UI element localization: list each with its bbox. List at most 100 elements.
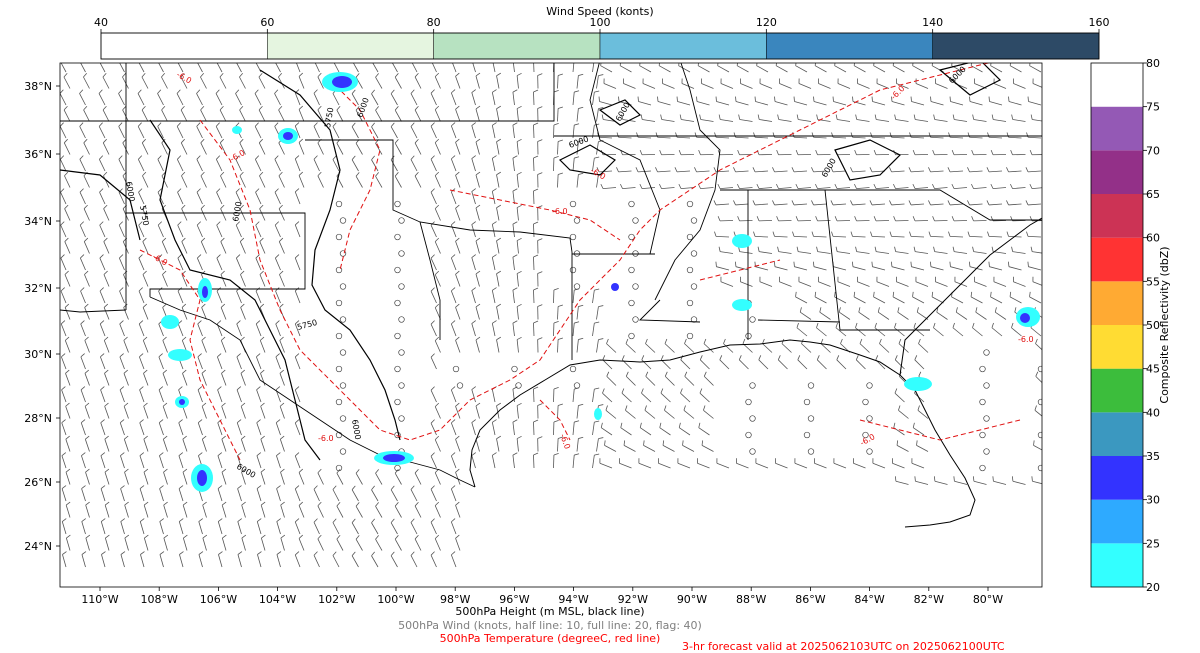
wind-barb-feather — [735, 262, 736, 267]
reflectivity-tick-label: 20 — [1146, 581, 1160, 594]
reflectivity-colorbar-cell — [1091, 238, 1143, 282]
wind-tick-label: 140 — [922, 16, 943, 29]
wind-barb-feather — [934, 476, 935, 481]
latitude-axis: 38°N 36°N 34°N 32°N 30°N 28°N 26°N 24°N — [24, 80, 60, 553]
temperature-contour-label: -6.0 — [318, 434, 334, 443]
wind-barb-feather — [1012, 476, 1013, 481]
wind-barb — [533, 59, 534, 72]
wind-colorbar-cell — [600, 33, 766, 59]
wind-barb-feather — [911, 262, 912, 267]
latitude-tick-label: 32°N — [24, 282, 52, 295]
wind-tick-label: 160 — [1089, 16, 1110, 29]
caption-height: 500hPa Height (m MSL, black line) — [0, 605, 1100, 618]
reflectivity-colorbar-cell — [1091, 194, 1143, 238]
wind-barb — [533, 257, 534, 270]
wind-barb — [533, 125, 534, 138]
reflectivity-colorbar-title: Composite Reflectivity (dbZ) — [1158, 246, 1171, 403]
wind-tick-label: 120 — [756, 16, 777, 29]
reflectivity-tick-label: 25 — [1146, 537, 1160, 550]
wind-barb-feather — [1032, 476, 1033, 481]
reflectivity-colorbar-cell — [1091, 543, 1143, 587]
reflectivity-cell — [611, 283, 619, 291]
wind-barb-feather — [716, 262, 717, 267]
wind-barb-feather — [794, 262, 795, 267]
latitude-tick-label: 38°N — [24, 80, 52, 93]
map-background — [60, 63, 1042, 587]
reflectivity-cell — [732, 299, 752, 311]
reflectivity-colorbar-cell — [1091, 325, 1143, 369]
reflectivity-colorbar-cells — [1091, 63, 1143, 587]
wind-barb-feather — [79, 57, 82, 61]
wind-barb-feather — [872, 262, 873, 267]
reflectivity-cell — [179, 399, 185, 405]
map-panel: 6000 5750 6000 6000 6000 6000 5750 6000 … — [24, 57, 1045, 606]
reflectivity-colorbar-cell — [1091, 63, 1143, 107]
wind-colorbar-cell — [267, 33, 433, 59]
wind-barb-feather — [1008, 262, 1009, 267]
wind-barb-feather — [891, 262, 892, 267]
wind-barb — [533, 224, 534, 237]
reflectivity-cell — [161, 315, 179, 329]
reflectivity-cell — [168, 349, 192, 361]
wind-speed-colorbar: Wind Speed (konts) 406080100120140160 — [94, 5, 1110, 59]
reflectivity-tick-label: 65 — [1146, 188, 1160, 201]
reflectivity-cell — [283, 132, 293, 140]
reflectivity-tick-label: 70 — [1146, 144, 1160, 157]
latitude-tick-label: 30°N — [24, 348, 52, 361]
wind-colorbar-ticks: 406080100120140160 — [94, 16, 1110, 33]
wind-barb-feather — [950, 262, 951, 267]
reflectivity-tick-label: 60 — [1146, 232, 1160, 245]
reflectivity-colorbar-cell — [1091, 456, 1143, 500]
wind-tick-label: 60 — [260, 16, 274, 29]
wind-barb — [533, 92, 534, 105]
wind-barb-feather — [954, 476, 955, 481]
reflectivity-colorbar-cell — [1091, 150, 1143, 194]
wind-barb-feather — [973, 476, 974, 481]
wind-barb-feather — [989, 262, 990, 267]
reflectivity-cell — [732, 234, 752, 248]
reflectivity-cell — [383, 454, 405, 462]
reflectivity-tick-label: 75 — [1146, 101, 1160, 114]
wind-colorbar-cell — [101, 33, 267, 59]
figure: Wind Speed (konts) 406080100120140160 — [0, 0, 1200, 650]
reflectivity-colorbar-cell — [1091, 369, 1143, 413]
forecast-valid-time: 3-hr forecast valid at 2025062103UTC on … — [682, 640, 1005, 653]
reflectivity-colorbar-cell — [1091, 412, 1143, 456]
wind-colorbar-cell — [766, 33, 932, 59]
latitude-tick-label: 24°N — [24, 540, 52, 553]
latitude-tick-label: 34°N — [24, 215, 52, 228]
longitude-axis: 110°W108°W106°W104°W102°W100°W98°W96°W94… — [81, 587, 1003, 606]
latitude-tick-label: 36°N — [24, 148, 52, 161]
reflectivity-cell — [1020, 313, 1030, 323]
reflectivity-colorbar: 20253035404550556065707580 Composite Ref… — [1091, 57, 1171, 594]
latitude-tick-label: 26°N — [24, 476, 52, 489]
wind-barb-feather — [930, 262, 931, 267]
wind-barb-feather — [813, 262, 814, 267]
reflectivity-cell — [332, 76, 352, 88]
wind-barb — [533, 389, 534, 402]
wind-barb-feather — [1028, 262, 1029, 267]
temperature-contour-label: -6.0 — [552, 207, 568, 216]
wind-barb-feather — [915, 476, 916, 481]
wind-colorbar-cell — [434, 33, 600, 59]
reflectivity-tick-label: 30 — [1146, 494, 1160, 507]
reflectivity-colorbar-cell — [1091, 107, 1143, 151]
reflectivity-cell — [197, 470, 207, 486]
wind-barb — [533, 158, 534, 171]
wind-colorbar-cell — [933, 33, 1099, 59]
wind-barb — [533, 191, 534, 204]
reflectivity-cell — [904, 377, 932, 391]
latitude-tick-label: 28°N — [24, 412, 52, 425]
temperature-contour-label: -6.0 — [1018, 335, 1034, 344]
caption-wind: 500hPa Wind (knots, half line: 10, full … — [0, 619, 1100, 632]
wind-barb-feather — [969, 262, 970, 267]
reflectivity-cell — [202, 286, 208, 298]
wind-barb-feather — [993, 476, 994, 481]
wind-tick-label: 100 — [590, 16, 611, 29]
reflectivity-colorbar-cell — [1091, 500, 1143, 544]
wind-barb — [533, 323, 534, 336]
wind-colorbar-cells — [101, 33, 1099, 59]
wind-tick-label: 80 — [427, 16, 441, 29]
reflectivity-cell — [232, 126, 242, 134]
wind-barb-feather — [60, 57, 63, 61]
